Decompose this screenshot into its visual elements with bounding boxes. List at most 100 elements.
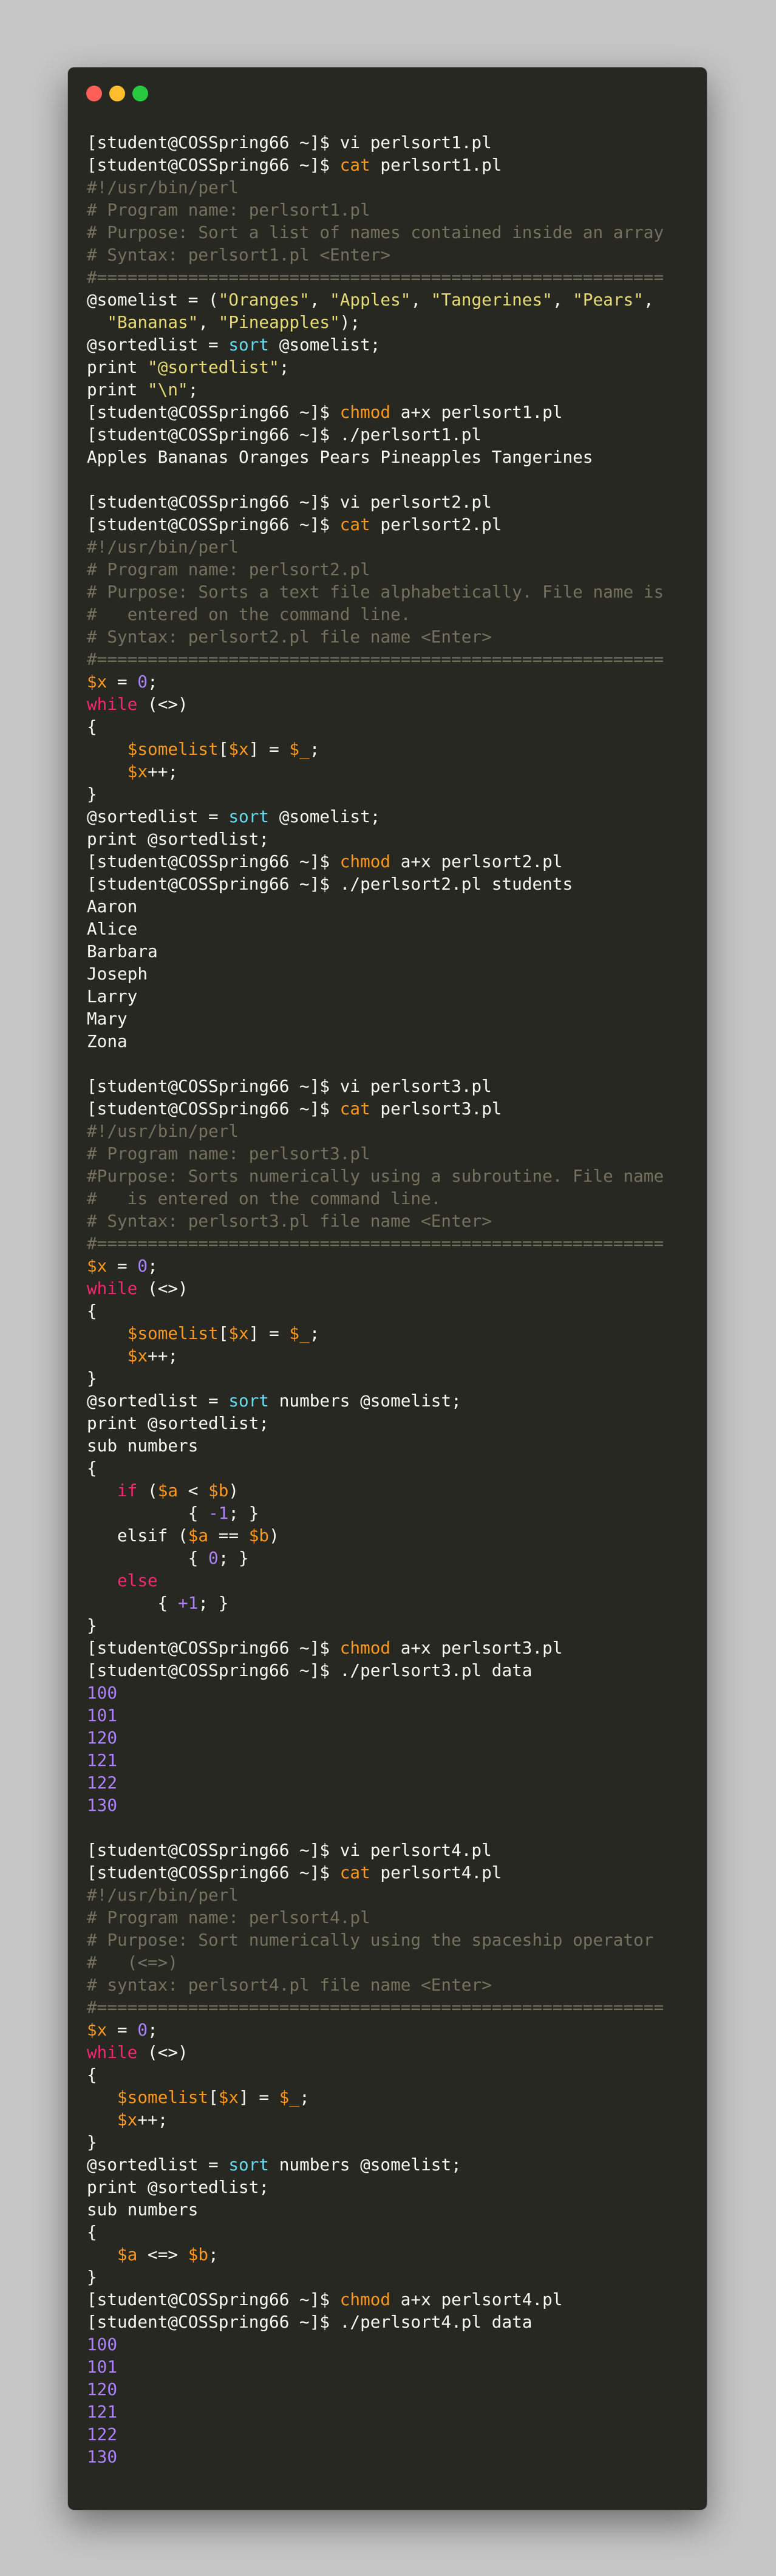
command-text: a+x perlsort1.pl: [390, 402, 563, 422]
code-variable: $_: [279, 2087, 300, 2107]
code-number: 0: [208, 1548, 219, 1568]
terminal-line: # Syntax: perlsort1.pl <Enter>: [87, 244, 695, 266]
output-text: Larry: [87, 986, 138, 1006]
terminal-line: $x++;: [87, 2108, 695, 2131]
code-variable: $_: [289, 739, 310, 759]
code-text: }: [87, 2132, 97, 2152]
code-comment: # Program name: perlsort2.pl: [87, 559, 370, 579]
code-text: {: [87, 2222, 97, 2242]
code-builtin: sort: [228, 1391, 270, 1411]
code-text: {: [87, 1301, 97, 1321]
terminal-line: "Bananas", "Pineapples");: [87, 311, 695, 333]
terminal-line: 122: [87, 1771, 695, 1794]
code-text: {: [87, 2065, 97, 2085]
code-text: {: [87, 717, 97, 737]
minimize-button[interactable]: [109, 86, 125, 101]
terminal-line: @sortedlist = sort @somelist;: [87, 805, 695, 828]
command-text: vi perlsort2.pl: [339, 492, 492, 512]
prompt: [student@COSSpring66 ~]$: [87, 1862, 340, 1883]
prompt: [student@COSSpring66 ~]$: [87, 514, 340, 534]
code-variable: $a: [157, 1481, 179, 1501]
terminal-line: #!/usr/bin/perl: [87, 1120, 695, 1142]
command-text: a+x perlsort2.pl: [390, 851, 563, 871]
terminal-line: # Purpose: Sort numerically using the sp…: [87, 1929, 695, 1951]
terminal-line: [student@COSSpring66 ~]$ ./perlsort3.pl …: [87, 1659, 695, 1682]
output-number: 101: [87, 2357, 118, 2377]
code-builtin: sort: [228, 2155, 270, 2175]
code-variable: $x: [87, 672, 107, 692]
terminal-line: #=======================================…: [87, 648, 695, 670]
code-variable: $a: [117, 2244, 138, 2264]
terminal-line: # Purpose: Sorts a text file alphabetica…: [87, 581, 695, 603]
code-variable: $a: [188, 1525, 209, 1545]
code-variable: $somelist: [117, 2087, 209, 2107]
code-text: ; }: [198, 1593, 229, 1613]
terminal-line: $somelist[$x] = $_;: [87, 1322, 695, 1344]
code-text: ): [269, 1525, 279, 1545]
terminal-line: # entered on the command line.: [87, 603, 695, 625]
terminal-line: }: [87, 2266, 695, 2288]
terminal-line: 121: [87, 1749, 695, 1771]
terminal-line: }: [87, 1367, 695, 1389]
command-keyword: cat: [339, 1099, 370, 1119]
code-text: ++;: [137, 2110, 168, 2130]
terminal-line: while (<>): [87, 693, 695, 715]
code-comment: #=======================================…: [87, 649, 664, 669]
output-text: Barbara: [87, 941, 158, 961]
code-text: ;: [148, 2020, 158, 2040]
code-text: ;: [309, 739, 320, 759]
terminal-line: #!/usr/bin/perl: [87, 536, 695, 558]
code-keyword: else: [117, 1570, 158, 1590]
code-comment: # Purpose: Sort numerically using the sp…: [87, 1930, 654, 1950]
code-text: <=>: [137, 2244, 188, 2264]
code-text: }: [87, 2267, 97, 2287]
terminal-line: print "\n";: [87, 378, 695, 401]
code-text: ;: [148, 672, 158, 692]
code-text: sub numbers: [87, 1436, 199, 1456]
code-builtin: sort: [228, 335, 270, 355]
terminal-line: 101: [87, 2356, 695, 2378]
code-variable: $b: [248, 1525, 270, 1545]
code-comment: #=======================================…: [87, 267, 664, 287]
terminal-line: Zona: [87, 1030, 695, 1052]
terminal-line: $somelist[$x] = $_;: [87, 2086, 695, 2108]
output-number: 130: [87, 2447, 118, 2467]
terminal-line: # (<=>): [87, 1951, 695, 1974]
terminal-line: [student@COSSpring66 ~]$ chmod a+x perls…: [87, 401, 695, 423]
terminal-line: 120: [87, 1726, 695, 1749]
terminal-output[interactable]: [student@COSSpring66 ~]$ vi perlsort1.pl…: [87, 131, 695, 2468]
close-button[interactable]: [86, 86, 102, 101]
code-text: =: [107, 2020, 138, 2040]
code-text: ,: [552, 290, 573, 310]
code-text: @sortedlist =: [87, 2155, 229, 2175]
code-text: ,: [410, 290, 431, 310]
code-text: (<>): [137, 2042, 188, 2062]
code-comment: # (<=>): [87, 1952, 179, 1972]
command-text: ./perlsort1.pl: [339, 424, 482, 445]
command-text: vi perlsort4.pl: [339, 1840, 492, 1860]
code-text: }: [87, 1615, 97, 1635]
maximize-button[interactable]: [132, 86, 148, 101]
terminal-line: $x++;: [87, 760, 695, 783]
code-text: ;: [148, 1256, 158, 1276]
code-text: print: [87, 357, 148, 377]
output-number: 120: [87, 1728, 118, 1748]
prompt: [student@COSSpring66 ~]$: [87, 402, 340, 422]
terminal-line: @sortedlist = sort numbers @somelist;: [87, 1389, 695, 1412]
terminal-line: print @sortedlist;: [87, 828, 695, 850]
code-keyword: while: [87, 1278, 138, 1298]
code-variable: $x: [228, 739, 249, 759]
code-text: numbers @somelist;: [269, 2155, 461, 2175]
terminal-line: $somelist[$x] = $_;: [87, 738, 695, 760]
terminal-window[interactable]: [student@COSSpring66 ~]$ vi perlsort1.pl…: [68, 67, 707, 2510]
terminal-line: # Program name: perlsort2.pl: [87, 558, 695, 581]
terminal-line: [student@COSSpring66 ~]$ vi perlsort3.pl: [87, 1075, 695, 1097]
output-text: Zona: [87, 1031, 128, 1051]
terminal-line: sub numbers: [87, 2198, 695, 2221]
code-text: ; }: [228, 1503, 259, 1523]
code-text: ] =: [248, 1323, 290, 1343]
